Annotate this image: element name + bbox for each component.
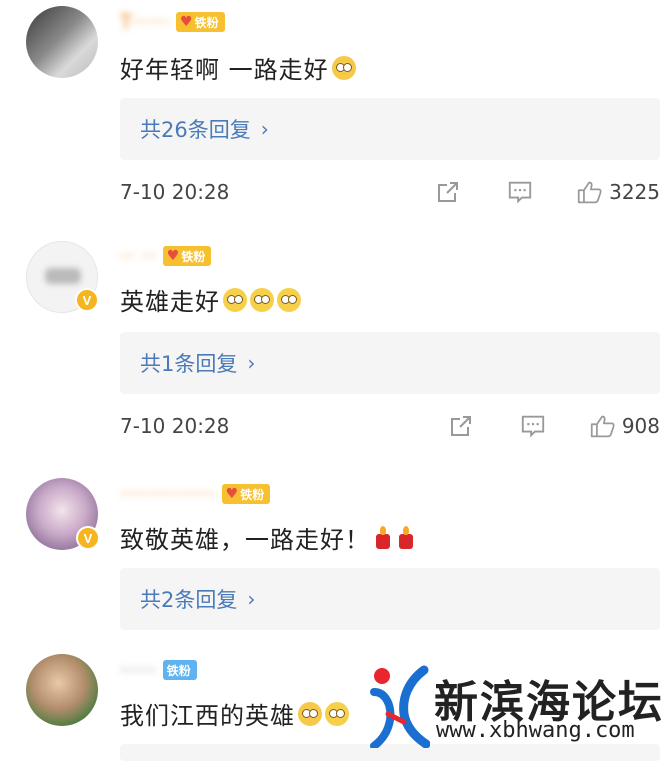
crying-face-icon <box>298 701 322 726</box>
comment-meta: 7-10 20:28 3225 <box>120 176 660 208</box>
avatar[interactable]: V <box>26 241 99 313</box>
replies-label: 共26条回复 <box>140 118 251 142</box>
avatar[interactable] <box>26 654 98 726</box>
name-row: ····· 铁粉 <box>120 656 197 684</box>
comment-text: 致敬英雄，一路走好！ <box>120 520 416 555</box>
comment-meta: 7-10 20:28 908 <box>120 410 660 442</box>
avatar[interactable]: V <box>26 478 100 550</box>
heart-icon: ♥ <box>166 248 180 264</box>
verified-badge: V <box>75 288 99 312</box>
chevron-right-icon: › <box>247 587 256 611</box>
comment-text-content: 好年轻啊 一路走好 <box>120 56 329 84</box>
replies-label: 共1条回复 <box>140 352 238 376</box>
timestamp: 7-10 20:28 <box>120 180 230 204</box>
avatar-image <box>45 268 81 284</box>
fan-badge: ♥ 铁粉 <box>221 484 271 504</box>
username[interactable]: T····· <box>120 10 170 34</box>
comment-text-content: 致敬英雄，一路走好！ <box>120 526 370 554</box>
candle-icon <box>396 525 416 550</box>
fan-badge: ♥ 铁粉 <box>162 246 212 266</box>
comment-text-content: 英雄走好 <box>120 288 220 316</box>
share-icon[interactable] <box>435 179 461 205</box>
thumbs-up-icon[interactable] <box>590 413 616 439</box>
candle-icon <box>373 525 393 550</box>
username[interactable]: ·· ·· <box>120 244 157 268</box>
sad-face-icon <box>223 287 247 312</box>
comment-text: 英雄走好 <box>120 282 301 317</box>
like-count: 908 <box>621 414 660 438</box>
comment-actions: 3225 <box>435 176 660 208</box>
username[interactable]: ············· <box>120 482 216 506</box>
chevron-right-icon: › <box>247 351 256 375</box>
heart-icon: ♥ <box>225 486 239 502</box>
name-row: ·· ·· ♥ 铁粉 <box>120 242 212 270</box>
fan-badge: 铁粉 <box>162 660 197 680</box>
crying-face-icon <box>331 55 356 80</box>
timestamp: 7-10 20:28 <box>120 414 230 438</box>
comment-actions: 908 <box>448 410 660 442</box>
comment-text: 好年轻啊 一路走好 <box>120 50 356 85</box>
sad-face-icon <box>325 701 349 726</box>
comment-text: 我们江西的英雄 <box>120 696 349 731</box>
like-count: 3225 <box>609 180 660 204</box>
verified-badge: V <box>76 526 100 550</box>
username[interactable]: ····· <box>120 658 157 682</box>
replies-label: 共2条回复 <box>140 588 238 612</box>
replies-link[interactable]: 共26条回复 › <box>120 98 660 160</box>
comment-icon[interactable] <box>520 413 546 439</box>
watermark-url: www.xbhwang.com <box>436 718 635 743</box>
comment-text-content: 我们江西的英雄 <box>120 702 295 730</box>
replies-link[interactable]: 共1条回复 › <box>120 332 660 394</box>
name-row: ············· ♥ 铁粉 <box>120 480 271 508</box>
sad-face-icon <box>250 287 274 312</box>
name-row: T····· ♥ 铁粉 <box>120 8 225 36</box>
forum-logo-icon <box>370 665 430 748</box>
chevron-right-icon: › <box>260 117 269 141</box>
heart-icon: ♥ <box>180 14 193 30</box>
thumbs-up-icon[interactable] <box>577 179 603 205</box>
sad-face-icon <box>277 287 301 312</box>
comment-icon[interactable] <box>507 179 533 205</box>
watermark: 新滨海论坛 www.xbhwang.com <box>368 660 664 756</box>
fan-badge: ♥ 铁粉 <box>176 12 225 32</box>
avatar[interactable] <box>26 6 98 78</box>
replies-link[interactable]: 共2条回复 › <box>120 568 660 630</box>
share-icon[interactable] <box>448 413 474 439</box>
